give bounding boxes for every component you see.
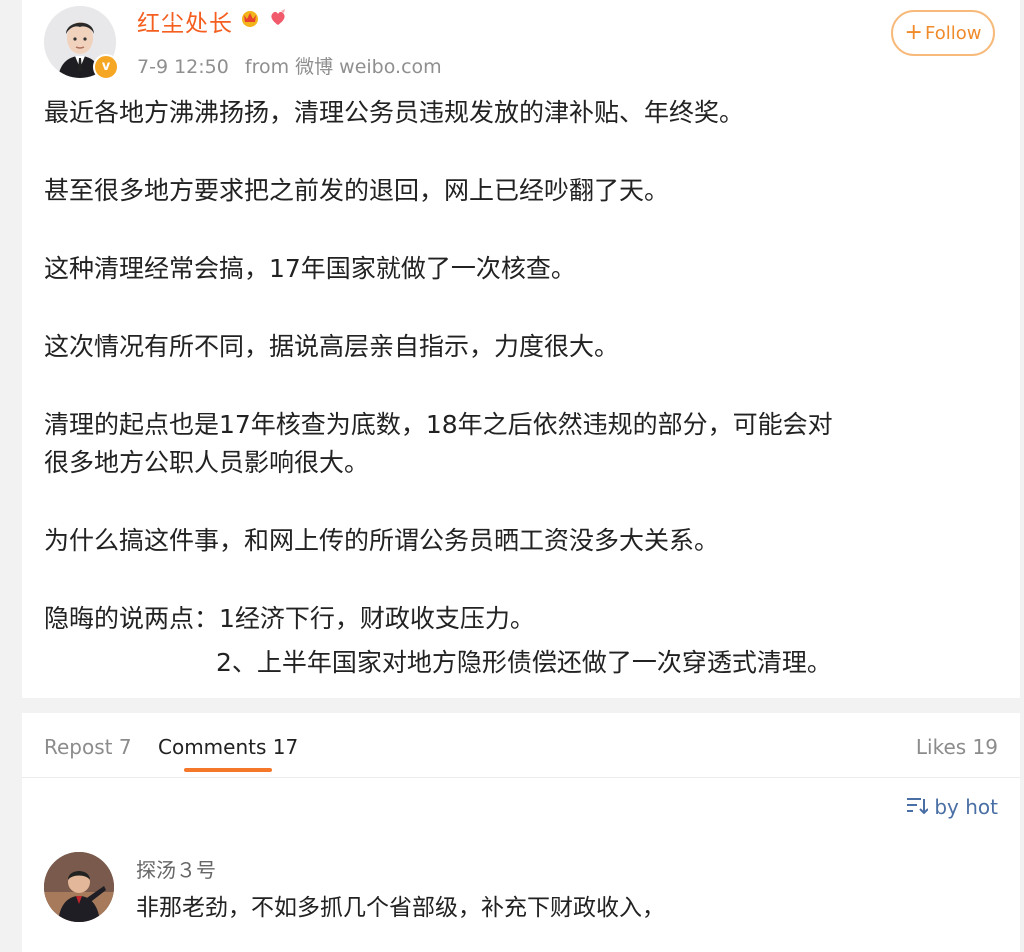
- plus-icon: +: [904, 20, 923, 45]
- crown-badge-icon: [239, 8, 261, 34]
- post-paragraph: 这次情况有所不同，据说高层亲自指示，力度很大。: [44, 332, 620, 361]
- sort-button[interactable]: by hot: [906, 795, 998, 819]
- post-meta: 7-9 12:50 from 微博 weibo.com: [137, 52, 442, 79]
- post-paragraph: 甚至很多地方要求把之前发的退回，网上已经吵翻了天。: [44, 176, 670, 205]
- post-paragraph: 隐晦的说两点：1经济下行，财政收支压力。: [44, 604, 535, 633]
- tab-bar: Repost 7 Comments 17 Likes 19: [22, 713, 1020, 778]
- active-tab-indicator: [184, 768, 272, 772]
- verified-badge-icon: v: [93, 54, 119, 80]
- tab-comments[interactable]: Comments 17: [158, 735, 298, 759]
- author-name[interactable]: 红尘处长: [137, 4, 233, 38]
- author-header: 红尘处长: [137, 4, 289, 38]
- sort-icon: [906, 795, 930, 819]
- comments-card: Repost 7 Comments 17 Likes 19 by hot 探汤３…: [22, 713, 1020, 952]
- post-paragraph: 为什么搞这件事，和网上传的所谓公务员晒工资没多大关系。: [44, 526, 720, 555]
- commenter-name[interactable]: 探汤３号: [136, 854, 216, 883]
- post-source: from 微博 weibo.com: [244, 56, 442, 78]
- post-body: 最近各地方沸沸扬扬，清理公务员违规发放的津补贴、年终奖。 甚至很多地方要求把之前…: [44, 94, 984, 682]
- heart-badge-icon: [267, 8, 289, 34]
- tab-repost[interactable]: Repost 7: [44, 735, 132, 759]
- follow-label: Follow: [924, 22, 982, 44]
- post-paragraph: 最近各地方沸沸扬扬，清理公务员违规发放的津补贴、年终奖。: [44, 98, 745, 127]
- post-paragraph: 很多地方公职人员影响很大。: [44, 448, 370, 477]
- sort-label: by hot: [934, 795, 998, 819]
- follow-button[interactable]: + Follow: [891, 10, 995, 56]
- commenter-avatar[interactable]: [44, 852, 114, 922]
- post-paragraph: 清理的起点也是17年核查为底数，18年之后依然违规的部分，可能会对: [44, 410, 833, 439]
- comment-text: 非那老劲，不如多抓几个省部级，补充下财政收入，: [136, 895, 665, 921]
- tab-likes[interactable]: Likes 19: [916, 735, 998, 759]
- post-paragraph: 2、上半年国家对地方隐形债偿还做了一次穿透式清理。: [216, 648, 832, 677]
- post-paragraph: 这种清理经常会搞，17年国家就做了一次核查。: [44, 254, 576, 283]
- post-date: 7-9 12:50: [137, 56, 229, 78]
